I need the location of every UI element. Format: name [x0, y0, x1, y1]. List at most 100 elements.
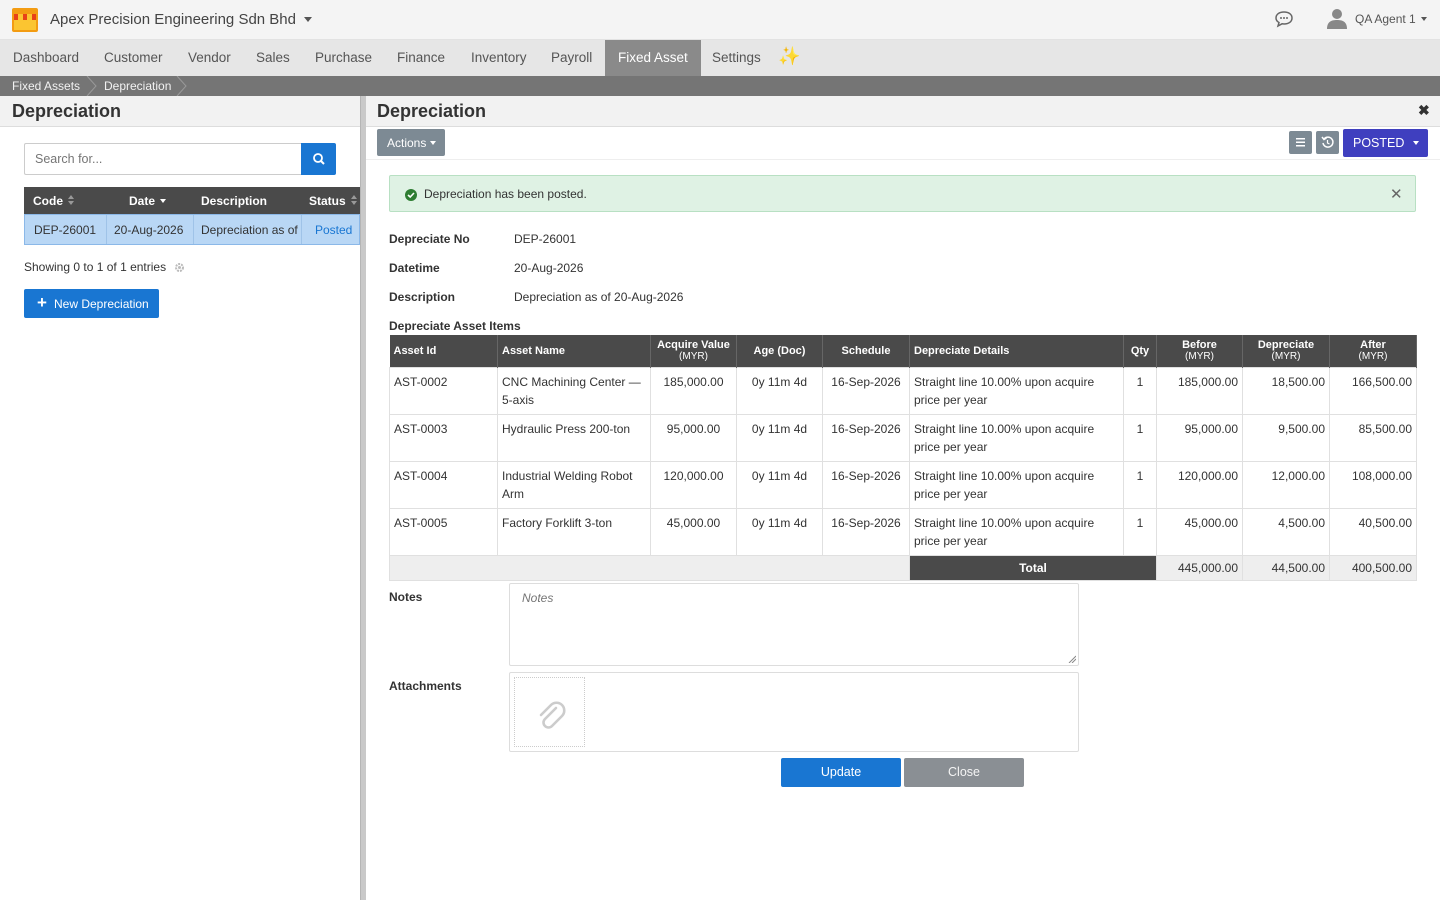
- breadcrumb-depreciation[interactable]: Depreciation: [104, 76, 171, 96]
- breadcrumb-fixed-assets[interactable]: Fixed Assets: [12, 76, 80, 96]
- close-icon[interactable]: ✖: [1418, 102, 1430, 119]
- user-name[interactable]: QA Agent 1: [1355, 12, 1416, 26]
- notes-textarea[interactable]: [509, 583, 1079, 666]
- company-name[interactable]: Apex Precision Engineering Sdn Bhd: [50, 11, 296, 28]
- search-input[interactable]: [24, 143, 302, 175]
- cell-before: 45,000.00: [1156, 507, 1243, 556]
- cell-before: 185,000.00: [1156, 366, 1243, 415]
- nav-dashboard[interactable]: Dashboard: [0, 40, 92, 76]
- nav-fixed-asset[interactable]: Fixed Asset: [605, 40, 701, 76]
- th-asset-name: Asset Name: [497, 335, 651, 367]
- new-depreciation-button[interactable]: + New Depreciation: [24, 289, 159, 318]
- sort-icon[interactable]: [350, 194, 358, 206]
- chat-icon[interactable]: [1274, 10, 1294, 28]
- col-code[interactable]: Code: [33, 194, 63, 208]
- list-panel-title: Depreciation: [12, 101, 122, 121]
- description-value: Depreciation as of 20-Aug-2026: [514, 290, 684, 304]
- search-icon: [313, 153, 325, 165]
- nav-inventory[interactable]: Inventory: [458, 40, 540, 76]
- search-button[interactable]: [301, 143, 336, 175]
- gear-icon[interactable]: [174, 262, 185, 273]
- paperclip-icon: [539, 701, 566, 729]
- th-schedule: Schedule: [822, 335, 910, 367]
- cell-asset-id: AST-0005: [389, 507, 498, 556]
- company-logo-icon[interactable]: [12, 8, 38, 32]
- nav-finance[interactable]: Finance: [384, 40, 458, 76]
- cell-after: 108,000.00: [1329, 460, 1417, 509]
- detail-toolbar: Actions POSTED: [366, 127, 1440, 160]
- alert-message: Depreciation has been posted.: [424, 187, 587, 201]
- cell-asset-name: Industrial Welding Robot Arm: [497, 460, 651, 509]
- col-description[interactable]: Description: [201, 194, 267, 208]
- user-menu-caret-icon[interactable]: [1421, 17, 1427, 21]
- th-after: After (MYR): [1329, 335, 1417, 367]
- sort-desc-icon[interactable]: [159, 194, 167, 206]
- cell-asset-name: Factory Forklift 3-ton: [497, 507, 651, 556]
- cell-depreciate: 12,000.00: [1242, 460, 1330, 509]
- depreciate-no-label: Depreciate No: [389, 232, 470, 246]
- col-status[interactable]: Status: [309, 194, 346, 208]
- actions-button[interactable]: Actions: [377, 129, 445, 156]
- resize-grip-icon[interactable]: [1068, 655, 1076, 663]
- nav-customer[interactable]: Customer: [91, 40, 176, 76]
- row-date: 20-Aug-2026: [114, 223, 184, 237]
- cell-schedule: 16-Sep-2026: [822, 366, 910, 415]
- status-posted-button[interactable]: POSTED: [1343, 129, 1428, 157]
- cell-schedule: 16-Sep-2026: [822, 507, 910, 556]
- user-avatar-icon[interactable]: [1326, 7, 1348, 29]
- history-icon: [1321, 136, 1334, 148]
- attachment-upload-slot[interactable]: [514, 677, 585, 747]
- total-before: 445,000.00: [1156, 554, 1243, 581]
- cell-age: 0y 11m 4d: [736, 460, 823, 509]
- cell-schedule: 16-Sep-2026: [822, 413, 910, 462]
- chevron-down-icon: [1413, 141, 1419, 145]
- cell-details: Straight line 10.00% upon acquire price …: [909, 460, 1124, 509]
- cell-asset-id: AST-0002: [389, 366, 498, 415]
- status-posted-label: POSTED: [1353, 136, 1405, 150]
- company-dropdown-icon[interactable]: [304, 17, 312, 22]
- close-button[interactable]: Close: [904, 758, 1024, 787]
- nav-vendor[interactable]: Vendor: [175, 40, 244, 76]
- cell-qty: 1: [1123, 366, 1157, 415]
- cell-qty: 1: [1123, 413, 1157, 462]
- nav-settings[interactable]: Settings: [699, 40, 774, 76]
- th-acquire-value: Acquire Value (MYR): [650, 335, 737, 367]
- depreciate-no-value: DEP-26001: [514, 232, 577, 246]
- table-header-row: Asset Id Asset Name Acquire Value (MYR) A…: [389, 335, 1417, 367]
- row-status: Posted: [315, 223, 353, 237]
- nav-sales[interactable]: Sales: [243, 40, 303, 76]
- check-circle-icon: [405, 189, 417, 201]
- cell-depreciate: 4,500.00: [1242, 507, 1330, 556]
- cell-schedule: 16-Sep-2026: [822, 460, 910, 509]
- datetime-label: Datetime: [389, 261, 440, 275]
- cell-after: 85,500.00: [1329, 413, 1417, 462]
- nav-payroll[interactable]: Payroll: [538, 40, 605, 76]
- list-view-button[interactable]: [1289, 131, 1312, 154]
- nav-purchase[interactable]: Purchase: [302, 40, 385, 76]
- cell-depreciate: 18,500.00: [1242, 366, 1330, 415]
- pagination-info: Showing 0 to 1 of 1 entries: [24, 260, 167, 274]
- th-age: Age (Doc): [736, 335, 823, 367]
- total-row: Total 445,000.00 44,500.00 400,500.00: [389, 554, 1417, 581]
- row-code: DEP-26001: [34, 223, 97, 237]
- plus-icon: +: [37, 293, 47, 312]
- list-panel-header: Depreciation: [0, 96, 360, 127]
- table-row: AST-0002 CNC Machining Center — 5-axis 1…: [389, 366, 1417, 415]
- breadcrumb-separator-icon: [176, 76, 187, 96]
- cell-asset-id: AST-0004: [389, 460, 498, 509]
- list-item[interactable]: DEP-26001 20-Aug-2026 Depreciation as of…: [24, 214, 360, 245]
- cell-details: Straight line 10.00% upon acquire price …: [909, 413, 1124, 462]
- cell-before: 95,000.00: [1156, 413, 1243, 462]
- alert-close-icon[interactable]: ✕: [1390, 185, 1403, 203]
- col-date[interactable]: Date: [129, 194, 155, 208]
- sort-icon[interactable]: [67, 194, 75, 206]
- history-button[interactable]: [1316, 131, 1339, 154]
- cell-qty: 1: [1123, 507, 1157, 556]
- total-label: Total: [909, 554, 1157, 581]
- update-button[interactable]: Update: [781, 758, 901, 787]
- cell-before: 120,000.00: [1156, 460, 1243, 509]
- main-nav: Dashboard Customer Vendor Sales Purchase…: [0, 40, 1440, 76]
- cell-age: 0y 11m 4d: [736, 413, 823, 462]
- sparkle-icon[interactable]: ✨: [778, 46, 800, 67]
- success-alert: Depreciation has been posted. ✕: [389, 175, 1416, 212]
